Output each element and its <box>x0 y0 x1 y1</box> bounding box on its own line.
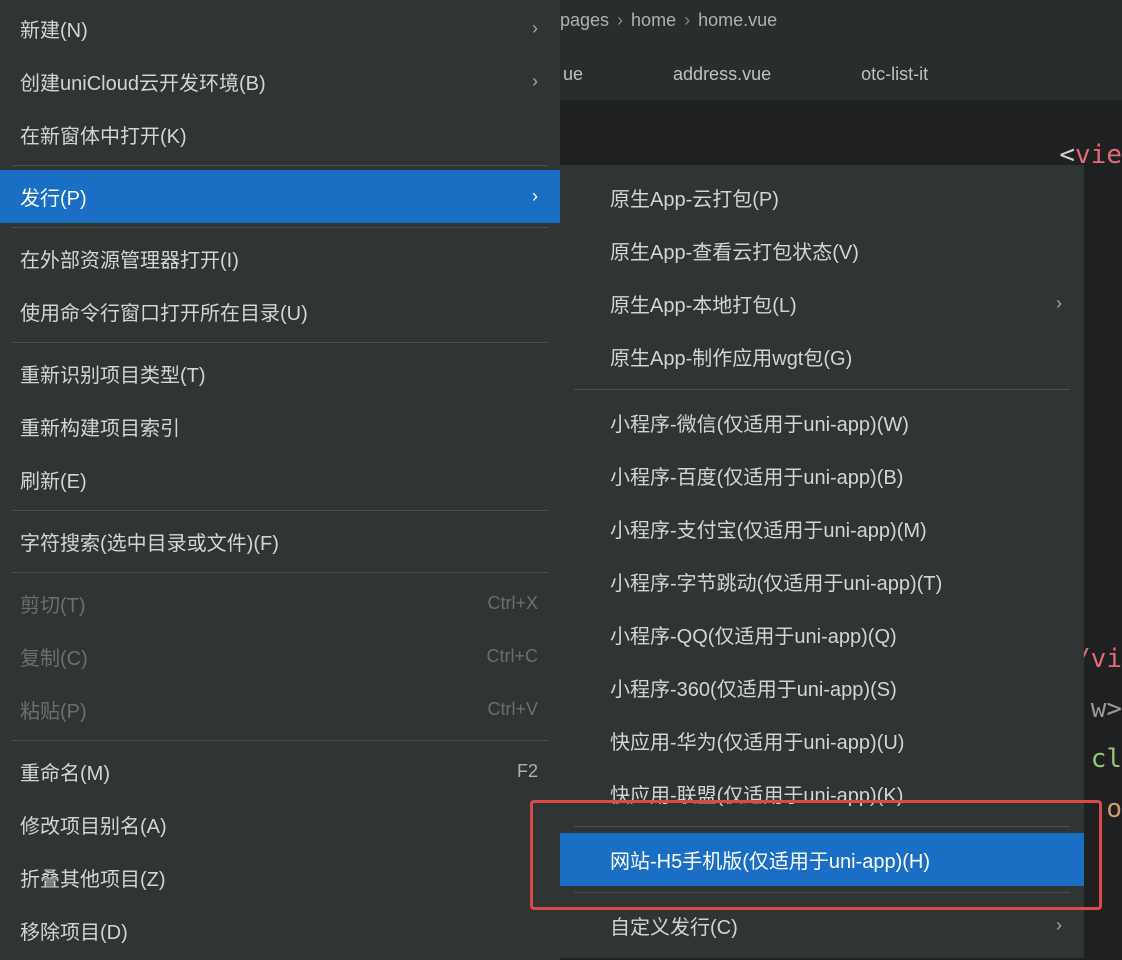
menu-copy: 复制(C) Ctrl+C <box>0 630 560 683</box>
submenu-label: 小程序-字节跳动(仅适用于uni-app)(T) <box>610 567 942 596</box>
chevron-right-icon: › <box>1056 293 1062 314</box>
code-text: cl <box>1091 744 1122 774</box>
menu-label: 新建(N) <box>20 14 88 43</box>
submenu-h5[interactable]: 网站-H5手机版(仅适用于uni-app)(H) <box>560 833 1084 886</box>
menu-separator <box>574 389 1070 390</box>
submenu-wgt[interactable]: 原生App-制作应用wgt包(G) <box>560 330 1084 383</box>
tab[interactable]: address.vue <box>673 64 771 85</box>
menu-separator <box>12 740 548 741</box>
code-text: w> <box>1091 694 1122 724</box>
shortcut: F2 <box>517 761 538 782</box>
menu-separator <box>12 227 548 228</box>
menu-reidentify[interactable]: 重新识别项目类型(T) <box>0 347 560 400</box>
breadcrumb-item[interactable]: home.vue <box>698 10 777 31</box>
submenu-label: 自定义发行(C) <box>610 911 738 940</box>
submenu-label: 小程序-QQ(仅适用于uni-app)(Q) <box>610 620 897 649</box>
submenu-label: 原生App-制作应用wgt包(G) <box>610 342 852 371</box>
menu-remove[interactable]: 移除项目(D) <box>0 904 560 957</box>
menu-unicloud[interactable]: 创建uniCloud云开发环境(B) › <box>0 55 560 108</box>
submenu-label: 快应用-华为(仅适用于uni-app)(U) <box>610 726 904 755</box>
menu-refresh[interactable]: 刷新(E) <box>0 453 560 506</box>
shortcut: Ctrl+C <box>486 646 538 667</box>
shortcut: Ctrl+V <box>487 699 538 720</box>
submenu-label: 原生App-本地打包(L) <box>610 289 797 318</box>
breadcrumb: pages › home › home.vue <box>560 10 777 31</box>
menu-paste: 粘贴(P) Ctrl+V <box>0 683 560 736</box>
menu-label: 重新识别项目类型(T) <box>20 359 206 388</box>
menu-label: 字符搜索(选中目录或文件)(F) <box>20 527 279 556</box>
menu-separator <box>12 510 548 511</box>
submenu-cloud-pack[interactable]: 原生App-云打包(P) <box>560 171 1084 224</box>
menu-label: 折叠其他项目(Z) <box>20 863 166 892</box>
submenu-local-pack[interactable]: 原生App-本地打包(L) › <box>560 277 1084 330</box>
menu-label: 修改项目别名(A) <box>20 810 167 839</box>
tab[interactable]: ue <box>563 64 583 85</box>
submenu-cloud-status[interactable]: 原生App-查看云打包状态(V) <box>560 224 1084 277</box>
submenu-mp-baidu[interactable]: 小程序-百度(仅适用于uni-app)(B) <box>560 449 1084 502</box>
menu-separator <box>12 165 548 166</box>
submenu-label: 小程序-支付宝(仅适用于uni-app)(M) <box>610 514 927 543</box>
publish-submenu: 原生App-云打包(P) 原生App-查看云打包状态(V) 原生App-本地打包… <box>560 165 1084 958</box>
context-menu: 新建(N) › 创建uniCloud云开发环境(B) › 在新窗体中打开(K) … <box>0 0 560 960</box>
menu-label: 移除项目(D) <box>20 916 128 945</box>
chevron-right-icon: › <box>617 10 623 31</box>
submenu-mp-qq[interactable]: 小程序-QQ(仅适用于uni-app)(Q) <box>560 608 1084 661</box>
chevron-right-icon: › <box>532 186 538 207</box>
submenu-label: 小程序-360(仅适用于uni-app)(S) <box>610 673 897 702</box>
menu-cmdline[interactable]: 使用命令行窗口打开所在目录(U) <box>0 285 560 338</box>
chevron-right-icon: › <box>532 71 538 92</box>
submenu-label: 原生App-云打包(P) <box>610 183 779 212</box>
menu-new[interactable]: 新建(N) › <box>0 2 560 55</box>
menu-cut: 剪切(T) Ctrl+X <box>0 577 560 630</box>
chevron-right-icon: › <box>1056 915 1062 936</box>
menu-separator <box>12 572 548 573</box>
menu-separator <box>574 826 1070 827</box>
breadcrumb-item[interactable]: pages <box>560 10 609 31</box>
submenu-label: 原生App-查看云打包状态(V) <box>610 236 859 265</box>
menu-label: 重命名(M) <box>20 757 110 786</box>
menu-explorer[interactable]: 在外部资源管理器打开(I) <box>0 232 560 285</box>
submenu-mp-bytedance[interactable]: 小程序-字节跳动(仅适用于uni-app)(T) <box>560 555 1084 608</box>
menu-separator <box>574 892 1070 893</box>
submenu-label: 小程序-微信(仅适用于uni-app)(W) <box>610 408 909 437</box>
code-text: o <box>1106 794 1122 824</box>
submenu-mp-360[interactable]: 小程序-360(仅适用于uni-app)(S) <box>560 661 1084 714</box>
menu-separator <box>12 342 548 343</box>
menu-reindex[interactable]: 重新构建项目索引 <box>0 400 560 453</box>
submenu-custom[interactable]: 自定义发行(C) › <box>560 899 1084 952</box>
submenu-quick-huawei[interactable]: 快应用-华为(仅适用于uni-app)(U) <box>560 714 1084 767</box>
chevron-right-icon: › <box>684 10 690 31</box>
breadcrumb-item[interactable]: home <box>631 10 676 31</box>
menu-label: 剪切(T) <box>20 589 86 618</box>
menu-label: 粘贴(P) <box>20 695 87 724</box>
tab[interactable]: otc-list-it <box>861 64 928 85</box>
menu-label: 复制(C) <box>20 642 88 671</box>
menu-publish[interactable]: 发行(P) › <box>0 170 560 223</box>
menu-fold[interactable]: 折叠其他项目(Z) <box>0 851 560 904</box>
submenu-mp-alipay[interactable]: 小程序-支付宝(仅适用于uni-app)(M) <box>560 502 1084 555</box>
menu-open-window[interactable]: 在新窗体中打开(K) <box>0 108 560 161</box>
submenu-label: 网站-H5手机版(仅适用于uni-app)(H) <box>610 845 930 874</box>
menu-label: 发行(P) <box>20 182 87 211</box>
editor-tabs: ue address.vue otc-list-it <box>555 50 936 99</box>
chevron-right-icon: › <box>532 18 538 39</box>
submenu-quick-union[interactable]: 快应用-联盟(仅适用于uni-app)(K) <box>560 767 1084 820</box>
menu-label: 创建uniCloud云开发环境(B) <box>20 67 266 96</box>
submenu-label: 快应用-联盟(仅适用于uni-app)(K) <box>610 779 903 808</box>
menu-label: 重新构建项目索引 <box>20 412 180 441</box>
menu-label: 在新窗体中打开(K) <box>20 120 187 149</box>
menu-alias[interactable]: 修改项目别名(A) <box>0 798 560 851</box>
menu-label: 在外部资源管理器打开(I) <box>20 244 239 273</box>
menu-label: 刷新(E) <box>20 465 87 494</box>
shortcut: Ctrl+X <box>487 593 538 614</box>
submenu-mp-wechat[interactable]: 小程序-微信(仅适用于uni-app)(W) <box>560 396 1084 449</box>
menu-label: 使用命令行窗口打开所在目录(U) <box>20 297 308 326</box>
submenu-label: 小程序-百度(仅适用于uni-app)(B) <box>610 461 903 490</box>
menu-search[interactable]: 字符搜索(选中目录或文件)(F) <box>0 515 560 568</box>
menu-rename[interactable]: 重命名(M) F2 <box>0 745 560 798</box>
